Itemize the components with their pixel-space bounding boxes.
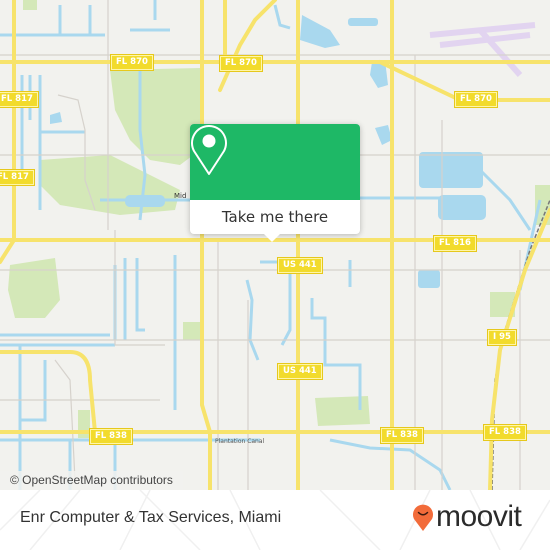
canal <box>260 260 292 346</box>
lake <box>418 270 440 288</box>
moovit-wordmark: moovit <box>436 500 522 533</box>
map-view[interactable]: FL 870 FL 870 FL 870 FL 817 FL 817 FL 81… <box>0 0 550 490</box>
canal <box>135 258 145 332</box>
road-shield-fl-870: FL 870 <box>220 56 262 71</box>
footer-bar: Enr Computer & Tax Services, Miami moovi… <box>0 490 550 550</box>
road-shield-fl-838: FL 838 <box>381 428 423 443</box>
park <box>183 322 201 340</box>
map-attribution[interactable]: © OpenStreetMap contributors <box>0 471 183 490</box>
road-shield-i-95: I 95 <box>488 330 516 345</box>
road-university <box>200 0 212 490</box>
destination-popup: Take me there <box>190 124 360 242</box>
airport <box>429 22 536 77</box>
park <box>23 0 37 10</box>
road-shield-fl-816: FL 816 <box>434 236 476 251</box>
road-shield-fl-870: FL 870 <box>455 92 497 107</box>
canal <box>58 5 92 35</box>
lake <box>300 15 340 48</box>
road-shield-fl-838: FL 838 <box>484 425 526 440</box>
road-shield-fl-870: FL 870 <box>111 55 153 70</box>
road-shield-fl-838: FL 838 <box>90 429 132 444</box>
map-pin-icon <box>191 125 227 175</box>
road-fl-817 <box>0 0 16 264</box>
road-shield-us-441: US 441 <box>278 364 322 379</box>
golf-course <box>110 68 200 165</box>
place-label: Mid <box>174 192 187 200</box>
popup-pointer <box>264 234 280 242</box>
road-diagonal <box>218 0 277 92</box>
canal <box>478 168 532 231</box>
canal <box>310 298 362 410</box>
place-label: Plantation Canal <box>215 438 265 445</box>
lake <box>419 152 483 188</box>
popup-header <box>190 124 360 200</box>
road-shield-us-441: US 441 <box>278 258 322 273</box>
canal <box>130 0 170 32</box>
place-name: Enr Computer & Tax Services, Miami <box>20 509 282 526</box>
lake <box>438 195 486 220</box>
lake <box>375 125 392 145</box>
park <box>315 396 370 426</box>
canal <box>18 345 47 490</box>
canal <box>245 279 260 361</box>
lake <box>50 112 62 124</box>
street <box>54 359 76 481</box>
take-me-there-button[interactable]: Take me there <box>190 200 360 234</box>
canal <box>273 4 291 30</box>
road-shield-fl-817: FL 817 <box>0 170 34 185</box>
road-shield-fl-817: FL 817 <box>0 92 38 107</box>
moovit-pin-icon <box>413 504 433 531</box>
moovit-logo[interactable]: moovit <box>412 500 522 533</box>
park <box>8 258 60 318</box>
lake <box>348 18 378 26</box>
street <box>114 230 165 346</box>
canal <box>20 75 32 175</box>
